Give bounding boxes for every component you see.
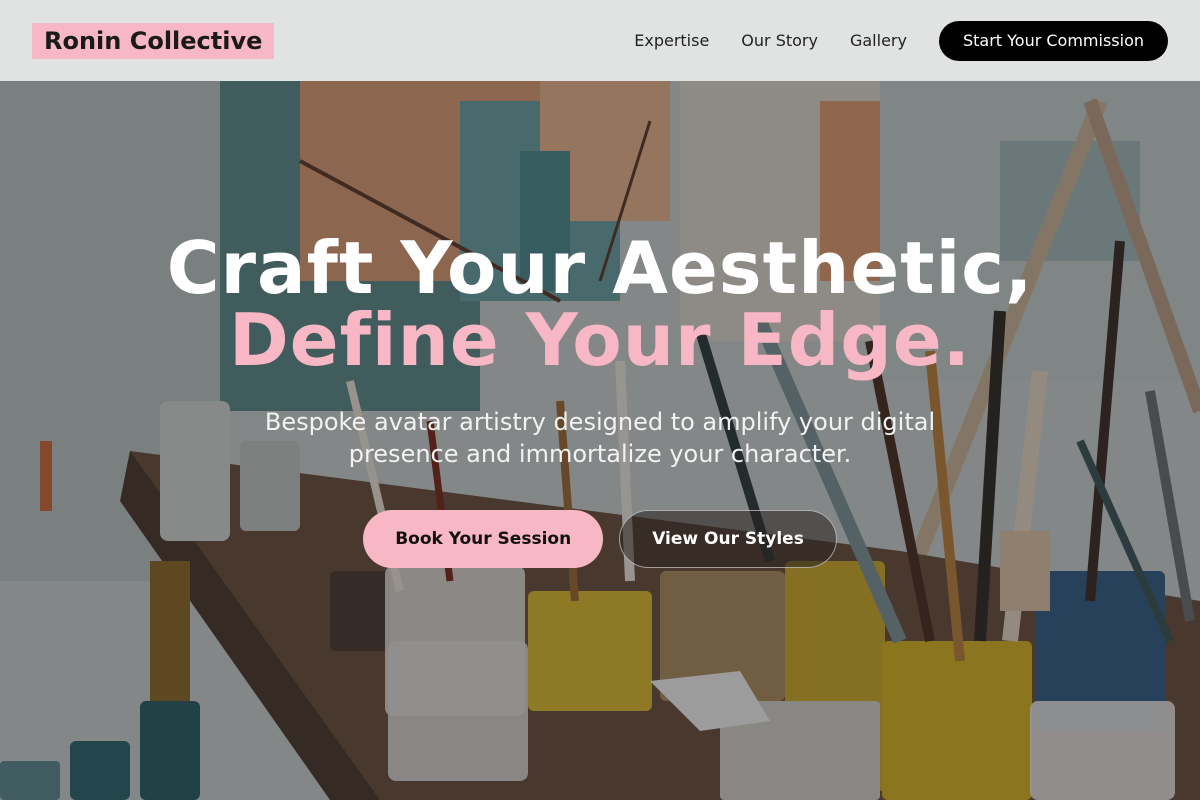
main-nav: Expertise Our Story Gallery Start Your C… — [634, 20, 1168, 61]
nav-link-our-story[interactable]: Our Story — [741, 31, 818, 50]
brand-logo[interactable]: Ronin Collective — [32, 22, 275, 59]
view-styles-button[interactable]: View Our Styles — [619, 510, 837, 568]
hero-headline: Craft Your Aesthetic, Define Your Edge. — [0, 232, 1200, 376]
start-commission-button[interactable]: Start Your Commission — [938, 20, 1168, 61]
site-header: Ronin Collective Expertise Our Story Gal… — [0, 0, 1200, 81]
hero-section: Craft Your Aesthetic, Define Your Edge. … — [0, 232, 1200, 568]
hero-subtitle: Bespoke avatar artistry designed to ampl… — [264, 408, 936, 468]
nav-link-gallery[interactable]: Gallery — [850, 31, 907, 50]
headline-line-2: Define Your Edge. — [228, 298, 972, 382]
nav-link-expertise[interactable]: Expertise — [634, 31, 709, 50]
book-session-button[interactable]: Book Your Session — [363, 510, 604, 568]
hero-button-group: Book Your Session View Our Styles — [0, 510, 1200, 568]
